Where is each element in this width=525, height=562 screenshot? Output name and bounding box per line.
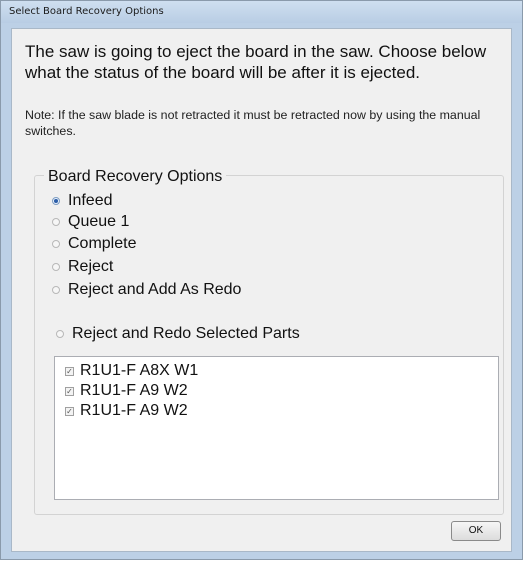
radio-label: Queue 1 — [68, 213, 130, 230]
radio-label: Infeed — [68, 192, 113, 209]
radio-infeed[interactable]: Infeed — [52, 191, 112, 211]
radio-label: Complete — [68, 235, 137, 252]
radio-checked-icon — [52, 197, 60, 205]
radio-unchecked-icon — [56, 330, 64, 338]
title-bar[interactable]: Select Board Recovery Options — [1, 1, 522, 23]
list-item[interactable]: ✓ R1U1-F A9 W2 — [65, 401, 188, 421]
radio-unchecked-icon — [52, 286, 60, 294]
list-item[interactable]: ✓ R1U1-F A8X W1 — [65, 361, 198, 381]
part-label: R1U1-F A8X W1 — [80, 362, 199, 379]
radio-unchecked-icon — [52, 263, 60, 271]
radio-label: Reject and Redo Selected Parts — [72, 325, 300, 342]
part-label: R1U1-F A9 W2 — [80, 382, 188, 399]
dialog-window: Select Board Recovery Options The saw is… — [0, 0, 523, 560]
checkbox-checked-icon[interactable]: ✓ — [65, 406, 74, 416]
radio-complete[interactable]: Complete — [52, 234, 136, 254]
part-label: R1U1-F A9 W2 — [80, 402, 188, 419]
list-item[interactable]: ✓ R1U1-F A9 W2 — [65, 381, 188, 401]
radio-unchecked-icon — [52, 218, 60, 226]
selected-parts-list[interactable]: ✓ R1U1-F A8X W1 ✓ R1U1-F A9 W2 ✓ R1U1-F … — [54, 356, 499, 500]
radio-queue-1[interactable]: Queue 1 — [52, 212, 129, 232]
note-text: Note: If the saw blade is not retracted … — [25, 108, 481, 138]
dialog-body: The saw is going to eject the board in t… — [11, 28, 512, 552]
radio-label: Reject and Add As Redo — [68, 281, 242, 298]
instruction-text: The saw is going to eject the board in t… — [25, 42, 487, 82]
ok-button[interactable]: OK — [451, 521, 501, 541]
radio-reject[interactable]: Reject — [52, 257, 113, 277]
radio-reject-and-add-as-redo[interactable]: Reject and Add As Redo — [52, 280, 241, 300]
groupbox-title: Board Recovery Options — [44, 168, 227, 186]
radio-reject-and-redo-selected-parts[interactable]: Reject and Redo Selected Parts — [56, 324, 300, 344]
window-title: Select Board Recovery Options — [9, 6, 164, 17]
checkbox-checked-icon[interactable]: ✓ — [65, 386, 74, 396]
checkbox-checked-icon[interactable]: ✓ — [65, 366, 74, 376]
radio-label: Reject — [68, 258, 114, 275]
radio-unchecked-icon — [52, 240, 60, 248]
